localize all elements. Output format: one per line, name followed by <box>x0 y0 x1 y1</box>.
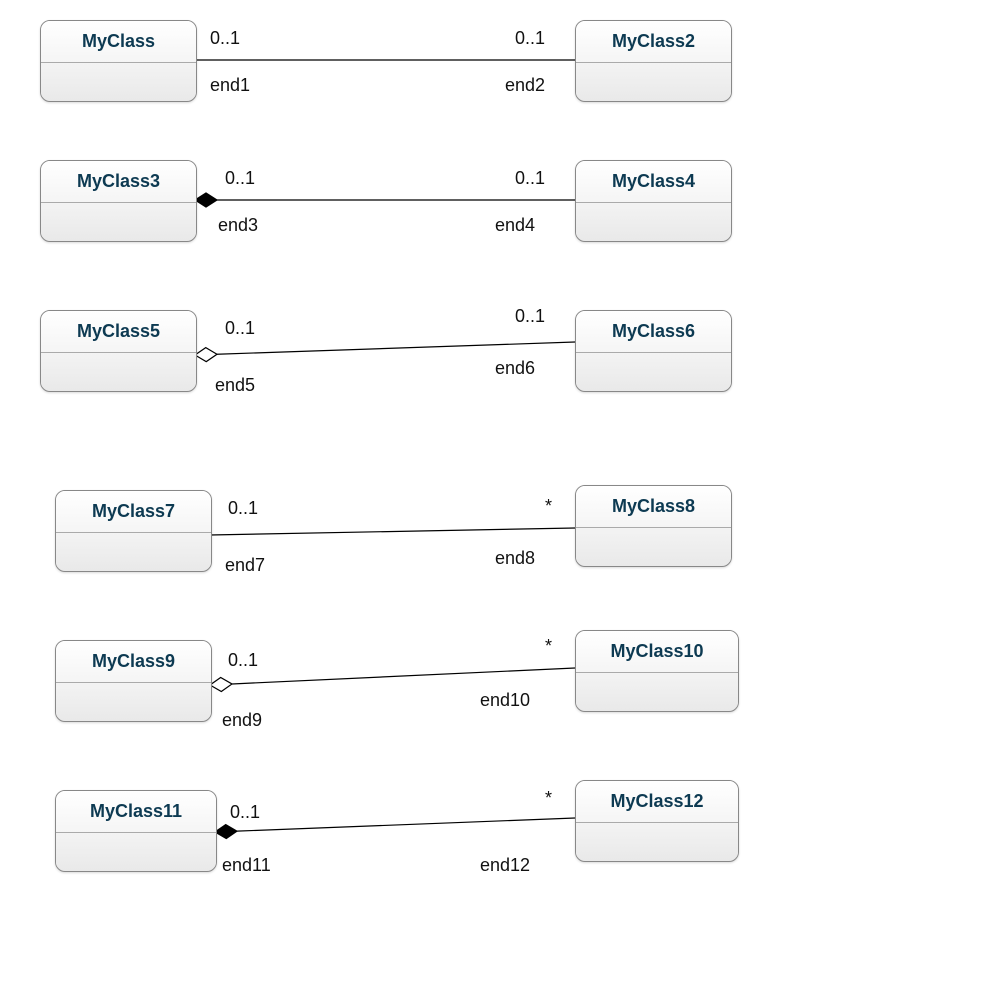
multiplicity-label: 0..1 <box>230 802 260 823</box>
role-name-label: end12 <box>480 855 530 876</box>
class-body <box>576 823 738 857</box>
multiplicity-label: * <box>545 788 552 809</box>
composition-diamond-icon <box>215 825 237 839</box>
role-name-label: end11 <box>222 855 271 876</box>
class-body <box>56 833 216 867</box>
class-name: MyClass11 <box>56 791 216 833</box>
class-name: MyClass12 <box>576 781 738 823</box>
class-box-myclass11[interactable]: MyClass11 <box>55 790 217 872</box>
class-box-myclass12[interactable]: MyClass12 <box>575 780 739 862</box>
connector-line <box>237 818 575 831</box>
